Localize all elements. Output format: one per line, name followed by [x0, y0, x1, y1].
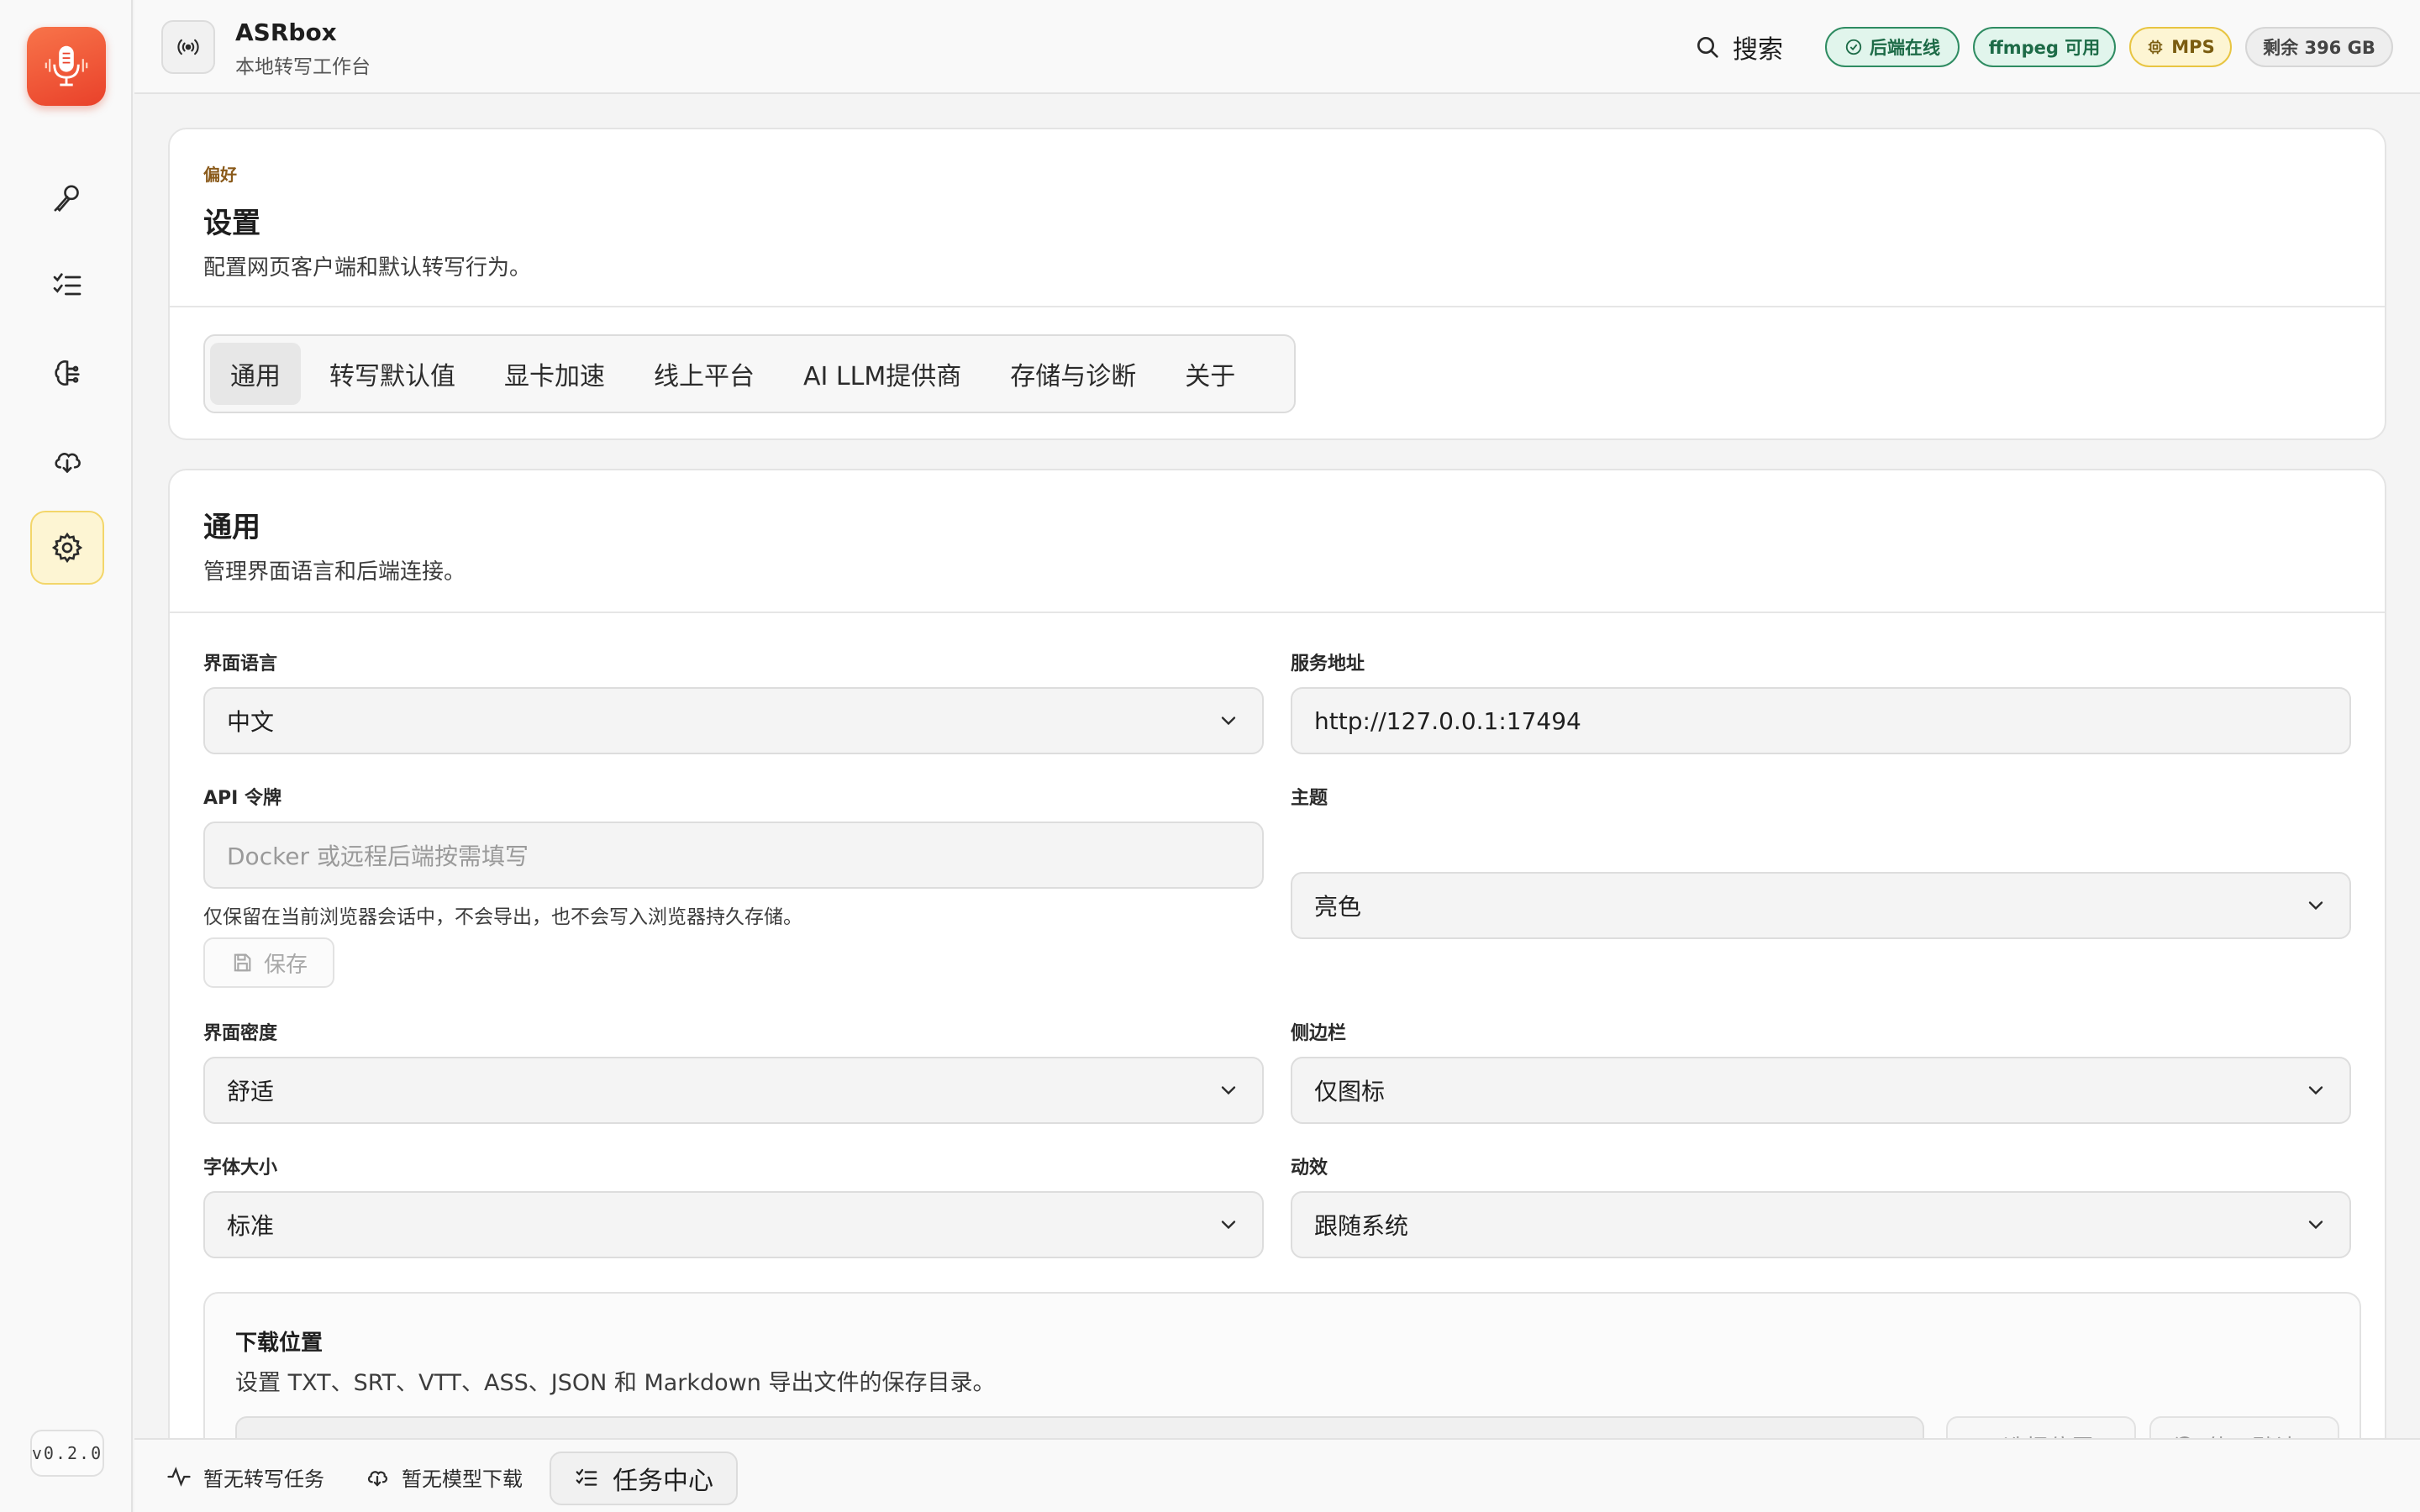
mps-status-badge: MPS: [2129, 27, 2232, 67]
divider: [170, 612, 2385, 613]
chevron-down-icon: [2308, 901, 2323, 911]
search-icon: [1697, 37, 1718, 58]
tab-general[interactable]: 通用: [210, 343, 301, 405]
service-url-input[interactable]: http://127.0.0.1:17494: [1291, 687, 2351, 754]
density-label: 界面密度: [203, 1023, 278, 1044]
sidebar-item-models[interactable]: [30, 336, 104, 410]
settings-tabs: 通用 转写默认值 显卡加速 线上平台 AI LLM提供商 存储与诊断 关于: [203, 334, 1296, 413]
checklist-icon: [53, 273, 82, 296]
sidebar-item-transcribe[interactable]: [30, 161, 104, 235]
api-token-input[interactable]: Docker 或远程后端按需填写: [203, 822, 1264, 889]
page-eyebrow: 偏好: [203, 165, 237, 185]
tab-storage-diagnostics[interactable]: 存储与诊断: [990, 343, 1156, 405]
tab-transcription-defaults[interactable]: 转写默认值: [309, 343, 476, 405]
save-token-button[interactable]: 保存: [203, 937, 334, 988]
app-subtitle: 本地转写工作台: [235, 56, 371, 78]
backend-status-badge: 后端在线: [1825, 27, 1960, 67]
search-button[interactable]: 搜索: [1694, 29, 1783, 66]
general-settings-card: 通用 管理界面语言和后端连接。 界面语言 中文 服务地址 http://127.…: [168, 469, 2386, 1512]
font-size-label: 字体大小: [203, 1158, 278, 1179]
gear-icon: [51, 532, 83, 564]
transcribe-activity-status[interactable]: 暂无转写任务: [166, 1458, 324, 1495]
chevron-down-icon: [2308, 1086, 2323, 1095]
search-label: 搜索: [1733, 35, 1783, 65]
floppy-disk-icon: [234, 953, 251, 972]
brain-icon: [55, 360, 80, 386]
chevron-down-icon: [1221, 717, 1236, 726]
page-description: 配置网页客户端和默认转写行为。: [203, 255, 532, 281]
theme-label: 主题: [1291, 788, 1328, 809]
api-token-label: API 令牌: [203, 788, 281, 809]
top-header: ASRbox 本地转写工作台 搜索 后端在线 ffmpeg 可用 MPS 剩余 …: [134, 0, 2420, 94]
tab-online-platforms[interactable]: 线上平台: [634, 343, 775, 405]
sidebar: v0.2.0: [0, 0, 133, 1512]
language-select[interactable]: 中文: [203, 687, 1264, 754]
sidebar-item-settings[interactable]: [30, 511, 104, 585]
theme-select[interactable]: 亮色: [1291, 872, 2351, 939]
download-location-title: 下载位置: [235, 1331, 324, 1356]
sidebar-mode-label: 侧边栏: [1291, 1023, 1347, 1044]
section-description: 管理界面语言和后端连接。: [203, 559, 466, 585]
activity-icon: [167, 1467, 191, 1487]
motion-label: 动效: [1291, 1158, 1328, 1179]
service-url-label: 服务地址: [1291, 654, 1365, 675]
checklist-icon: [576, 1468, 597, 1486]
app-title: ASRbox: [235, 18, 337, 46]
api-token-hint: 仅保留在当前浏览器会话中，不会导出，也不会写入浏览器持久存储。: [203, 906, 802, 928]
model-download-status[interactable]: 暂无模型下载: [365, 1458, 523, 1495]
download-location-description: 设置 TXT、SRT、VTT、ASS、JSON 和 Markdown 导出文件的…: [235, 1370, 996, 1396]
language-label: 界面语言: [203, 654, 278, 675]
motion-select[interactable]: 跟随系统: [1291, 1191, 2351, 1258]
tab-gpu-acceleration[interactable]: 显卡加速: [484, 343, 625, 405]
settings-header-card: 偏好 设置 配置网页客户端和默认转写行为。 通用 转写默认值 显卡加速 线上平台…: [168, 128, 2386, 440]
sidebar-item-downloads[interactable]: [30, 423, 104, 497]
chevron-down-icon: [1221, 1221, 1236, 1230]
app-logo[interactable]: [27, 27, 106, 106]
tab-ai-llm-providers[interactable]: AI LLM提供商: [783, 343, 981, 405]
cloud-download-icon: [367, 1471, 388, 1487]
chevron-down-icon: [2308, 1221, 2323, 1230]
section-title: 通用: [203, 511, 260, 544]
disk-space-badge: 剩余 396 GB: [2245, 27, 2393, 67]
microphone-logo-icon: [45, 45, 88, 87]
sidebar-item-tasks[interactable]: [30, 249, 104, 323]
bottom-status-bar: 暂无转写任务 暂无模型下载 任务中心: [134, 1438, 2420, 1512]
task-center-button[interactable]: 任务中心: [550, 1452, 738, 1505]
cloud-download-icon: [55, 453, 81, 474]
chip-icon: [2149, 39, 2163, 55]
sidebar-mode-select[interactable]: 仅图标: [1291, 1057, 2351, 1124]
tab-about[interactable]: 关于: [1165, 343, 1255, 405]
divider: [170, 306, 2385, 307]
font-size-select[interactable]: 标准: [203, 1191, 1264, 1258]
check-circle-icon: [1845, 39, 1862, 55]
version-badge: v0.2.0: [30, 1430, 104, 1477]
page-title: 设置: [203, 207, 260, 240]
ffmpeg-status-badge: ffmpeg 可用: [1973, 27, 2116, 67]
microphone-icon: [54, 185, 79, 213]
chevron-down-icon: [1221, 1086, 1236, 1095]
density-select[interactable]: 舒适: [203, 1057, 1264, 1124]
broadcast-icon: [161, 20, 215, 74]
